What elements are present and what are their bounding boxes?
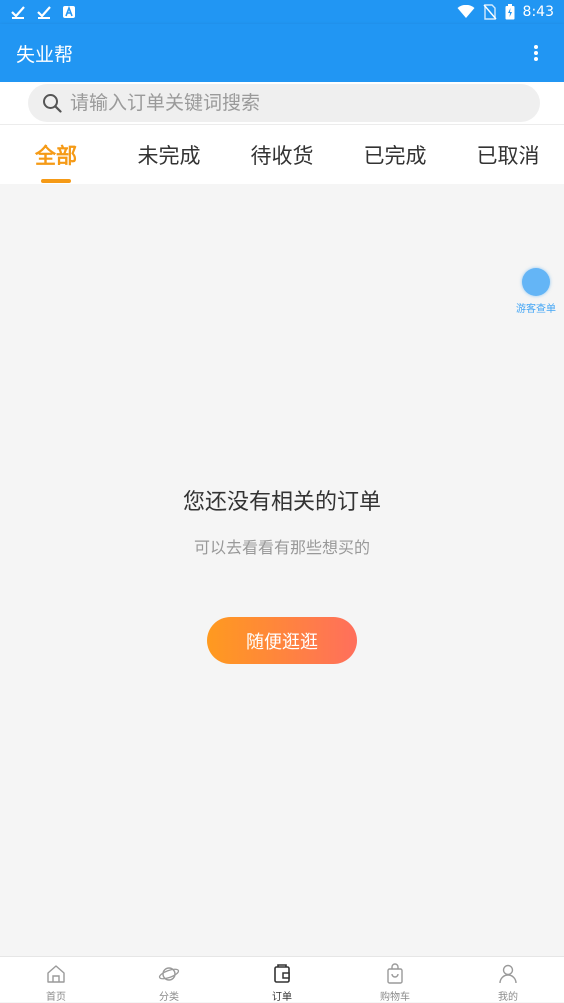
cart-bag-icon: [387, 963, 403, 984]
order-list-area: [0, 184, 564, 956]
order-status-tabs: 全部 未完成 待收货 已完成 已取消: [0, 124, 564, 184]
tab-incomplete[interactable]: 未完成: [114, 125, 224, 185]
planet-icon: [158, 967, 180, 981]
floating-dot-icon: [522, 268, 550, 296]
check-download-icon: [11, 6, 25, 19]
guest-order-lookup-label: 游客查单: [516, 304, 556, 315]
search-input[interactable]: [70, 92, 510, 114]
more-vert-icon: [534, 45, 538, 61]
bottom-navigation: 首页 分类 订单 购物车 我的: [0, 956, 564, 1003]
system-icons: 8:43: [457, 4, 554, 20]
nav-label-profile: 我的: [498, 992, 518, 1003]
app-notification-icon: [63, 5, 75, 18]
nav-item-category[interactable]: 分类: [113, 957, 225, 1003]
user-icon: [499, 964, 517, 984]
search-bar: [0, 82, 564, 124]
check-download-icon: [37, 6, 51, 19]
nav-label-category: 分类: [159, 992, 179, 1003]
wifi-icon: [457, 5, 475, 18]
tab-all[interactable]: 全部: [1, 125, 111, 185]
battery-icon: [505, 4, 515, 20]
notification-icons: [10, 4, 76, 20]
tab-awaiting-receipt[interactable]: 待收货: [227, 125, 337, 185]
app-bar: 失业帮: [0, 24, 564, 82]
empty-state-title: 您还没有相关的订单: [182, 490, 381, 515]
browse-button[interactable]: 随便逛逛: [207, 617, 357, 664]
nav-item-orders[interactable]: 订单: [226, 957, 338, 1003]
order-icon: [274, 964, 290, 983]
clock: 8:43: [522, 4, 554, 20]
active-tab-indicator: [41, 179, 71, 183]
no-sim-icon: [483, 4, 497, 20]
nav-item-home[interactable]: 首页: [0, 957, 112, 1003]
home-icon: [47, 965, 65, 983]
nav-label-cart: 购物车: [380, 992, 410, 1003]
more-options-button[interactable]: [524, 41, 548, 65]
status-bar: 8:43: [0, 0, 564, 24]
tab-cancelled[interactable]: 已取消: [453, 125, 563, 185]
nav-item-cart[interactable]: 购物车: [339, 957, 451, 1003]
nav-label-orders: 订单: [272, 992, 292, 1003]
search-box[interactable]: [28, 84, 540, 122]
empty-state-subtitle: 可以去看看有那些想买的: [193, 538, 370, 557]
app-title: 失业帮: [16, 43, 74, 66]
nav-item-profile[interactable]: 我的: [452, 957, 564, 1003]
search-icon: [43, 94, 62, 113]
guest-order-lookup-button[interactable]: 游客查单: [514, 268, 558, 315]
nav-label-home: 首页: [46, 992, 66, 1003]
tab-completed[interactable]: 已完成: [340, 125, 450, 185]
